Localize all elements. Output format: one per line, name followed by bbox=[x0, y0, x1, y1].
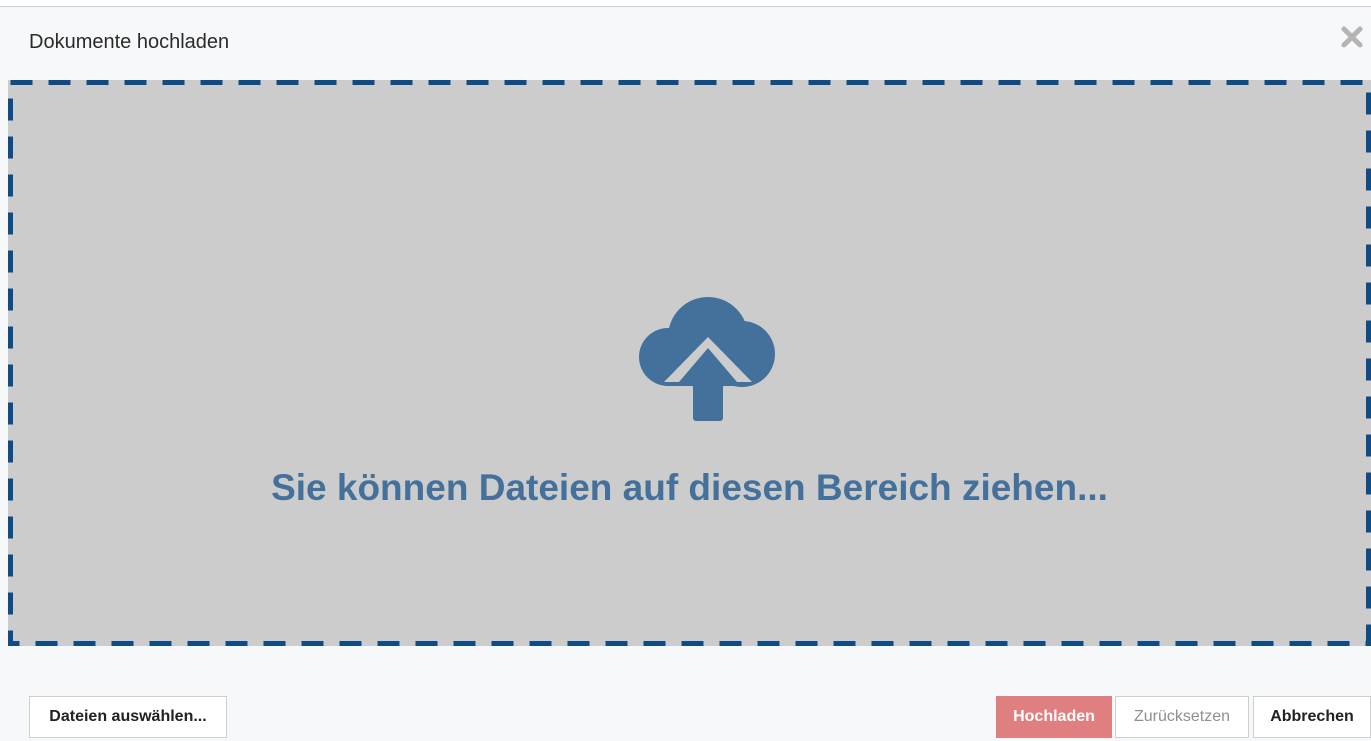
close-button[interactable] bbox=[1339, 24, 1365, 50]
cancel-button[interactable]: Abbrechen bbox=[1253, 696, 1371, 738]
close-icon bbox=[1341, 26, 1363, 48]
reset-button[interactable]: Zurücksetzen bbox=[1115, 696, 1249, 738]
dropzone[interactable]: Sie können Dateien auf diesen Bereich zi… bbox=[8, 80, 1371, 646]
dialog-title: Dokumente hochladen bbox=[29, 31, 230, 53]
top-edge bbox=[0, 0, 1371, 7]
dropzone-text: Sie können Dateien auf diesen Bereich zi… bbox=[271, 467, 1108, 508]
choose-files-button[interactable]: Dateien auswählen... bbox=[29, 696, 227, 738]
upload-button[interactable]: Hochladen bbox=[996, 696, 1112, 738]
cloud-upload-icon bbox=[639, 297, 775, 421]
